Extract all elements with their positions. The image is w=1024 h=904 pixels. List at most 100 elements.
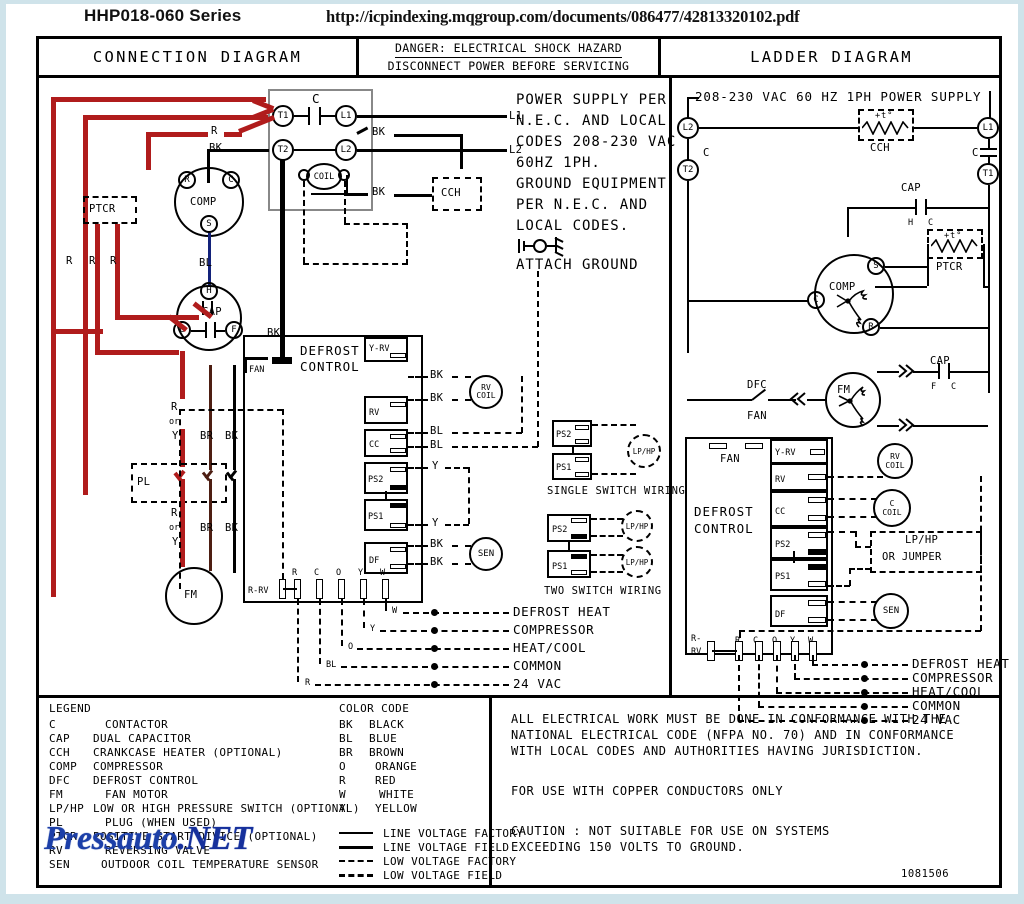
- legend-block: LEGEND C CONTACTOR CAP DUAL CAPACITOR CC…: [39, 698, 999, 888]
- ladder-fc-v-o: [776, 655, 778, 693]
- wire-t1-contact: [294, 115, 309, 117]
- legend-val-cap: DUAL CAPACITOR: [93, 732, 192, 745]
- terminal-t2: T2: [272, 139, 294, 161]
- note-3-line-1: CAUTION : NOT SUITABLE FOR USE ON SYSTEM…: [511, 824, 830, 838]
- plug-lead-3: [233, 479, 236, 503]
- ladder-dash-rv: [828, 476, 883, 478]
- ladder-dc-term-yrv: [810, 449, 825, 455]
- ladder-c-label-left: C: [703, 147, 710, 159]
- ladder-rrv-label-1: R-: [691, 634, 702, 644]
- watermark-text-1: Pressauto: [44, 820, 178, 857]
- dc-row-cc: CC: [364, 429, 408, 457]
- fc-name-common: COMMON: [513, 658, 562, 673]
- ladder-terminal-t2: T2: [677, 159, 699, 181]
- note-2-line-1: FOR USE WITH COPPER CONDUCTORS ONLY: [511, 784, 784, 798]
- ladder-dc-fan-term-1: [709, 443, 727, 449]
- fc-dot-r: [431, 681, 438, 688]
- cap-internal-1: [191, 330, 205, 332]
- wire-br-down: [209, 365, 212, 470]
- ladder-dash-ps1-h2: [849, 568, 871, 570]
- red-wire-comp-r-v: [146, 132, 151, 170]
- terminal-t1: T1: [272, 105, 294, 127]
- dash-df-a: [408, 545, 428, 547]
- dash-bk4-sen: [452, 563, 471, 565]
- linetype-label-1: LINE VOLTAGE FACTORY: [383, 827, 524, 840]
- sw-two-dash-2: [591, 535, 623, 537]
- wire-label-r-3: R: [110, 255, 117, 267]
- sw-two-ps1-term-b: [571, 570, 587, 575]
- dc-r-rv-label: R-RV: [248, 586, 269, 596]
- fc-dot-y: [431, 627, 438, 634]
- ladder-fm-lead-bot2: [913, 425, 988, 427]
- dc-row-df: DF: [364, 542, 408, 574]
- ladder-dc-term-rv: [808, 474, 826, 480]
- wire-bk-to-cch-h: [394, 134, 462, 137]
- sw-two-ps1: PS1: [547, 550, 591, 578]
- ladder-comp-term-c: C: [807, 291, 825, 309]
- side-label-bk-4: BK: [430, 556, 444, 568]
- side-label-bl-2: BL: [430, 439, 444, 451]
- note-1-line-3: WITH LOCAL CODES AND AUTHORITIES HAVING …: [511, 744, 924, 758]
- coil-dashed-bottom: [303, 263, 408, 265]
- dc-term-df-b: [390, 564, 406, 569]
- ladder-cap-plate-1: [915, 199, 917, 215]
- ladder-cap-bot-plate-1: [938, 363, 940, 379]
- wire-label-bk-4: BK: [225, 522, 239, 534]
- ladder-cap-bot-lead2: [948, 371, 990, 373]
- fc-name-defrost-heat: DEFROST HEAT: [513, 604, 611, 619]
- ladder-cap-label-top: CAP: [901, 182, 921, 194]
- fc-wire-bl: BL: [326, 660, 337, 670]
- sw-two-ps2: PS2: [547, 514, 591, 542]
- sw-single-dash-bot: [592, 473, 636, 475]
- fc-wire-y: Y: [370, 624, 376, 634]
- red-wire-bus-to-cap: [51, 329, 103, 334]
- ladder-dc-title-1: DEFROST: [694, 504, 754, 519]
- fc-name-24vac: 24 VAC: [513, 676, 562, 691]
- ladder-fc-dot-w: [861, 661, 868, 668]
- ladder-ptcr-leg-r: [983, 244, 985, 286]
- wire-t2-l2: [294, 149, 336, 151]
- ladder-terminal-t1: T1: [977, 163, 999, 185]
- power-note-line-7: LOCAL CODES.: [516, 218, 630, 234]
- ladder-l1-drop: [989, 91, 991, 119]
- fc-dot-bl: [431, 663, 438, 670]
- comp-terminal-s: S: [200, 215, 218, 233]
- linetype-label-4: LOW VOLTAGE FIELD: [383, 869, 503, 882]
- fc-v-r: [297, 599, 299, 682]
- note-1-line-1: ALL ELECTRICAL WORK MUST BE DONE IN CONF…: [511, 712, 947, 726]
- dash-bl2: [452, 446, 538, 448]
- legend-key-dfc: DFC: [49, 774, 71, 787]
- ladder-cap-f: F: [931, 382, 937, 392]
- side-label-bk-1: BK: [430, 369, 444, 381]
- ladder-dc-term-cc-a: [808, 497, 826, 503]
- dc-term-df-a: [390, 547, 406, 552]
- sw-single-ps2-term-b: [575, 439, 589, 444]
- wire-label-bk-1: BK: [372, 126, 386, 138]
- ladder-terminal-l1: L1: [977, 117, 999, 139]
- dc-term-ps2-b: [390, 485, 406, 490]
- color-val-w: WHITE: [379, 788, 415, 801]
- legend-val-cch: CRANKCASE HEATER (OPTIONAL): [93, 746, 283, 759]
- comp-winding-icon: [836, 289, 868, 328]
- ladder-fc-dot-o: [861, 689, 868, 696]
- ladder-comp-c-lead: [687, 300, 809, 302]
- series-title: HHP018-060 Series: [84, 6, 242, 25]
- ladder-dc-row-ps2: PS2: [770, 527, 828, 559]
- ladder-cch-label: CCH: [870, 142, 890, 154]
- power-note-line-4: 60HZ 1PH.: [516, 155, 601, 171]
- wire-contact-l1: [321, 115, 336, 117]
- legend-val-lphp: LOW OR HIGH PRESSURE SWITCH (OPTIONAL): [93, 802, 360, 815]
- ladder-fc-dot-y: [861, 675, 868, 682]
- danger-line-2: DISCONNECT POWER BEFORE SERVICING: [387, 58, 630, 73]
- ladder-supply-label: 208-230 VAC 60 HZ 1PH POWER SUPPLY: [695, 89, 982, 104]
- ladder-ptcr-label: PTCR: [936, 261, 963, 273]
- sw-single-dash-top: [592, 424, 636, 426]
- comp-terminal-r: R: [178, 171, 196, 189]
- dc-term-rv-a: [390, 402, 406, 407]
- sen-symbol: SEN: [469, 537, 503, 571]
- ladder-l2-drop: [687, 97, 689, 119]
- fc-dot-o: [431, 645, 438, 652]
- ladder-comp-s-lead: [885, 266, 927, 268]
- ladder-dc-term-ps1-b: [808, 581, 826, 587]
- side-label-y-1: Y: [432, 460, 439, 472]
